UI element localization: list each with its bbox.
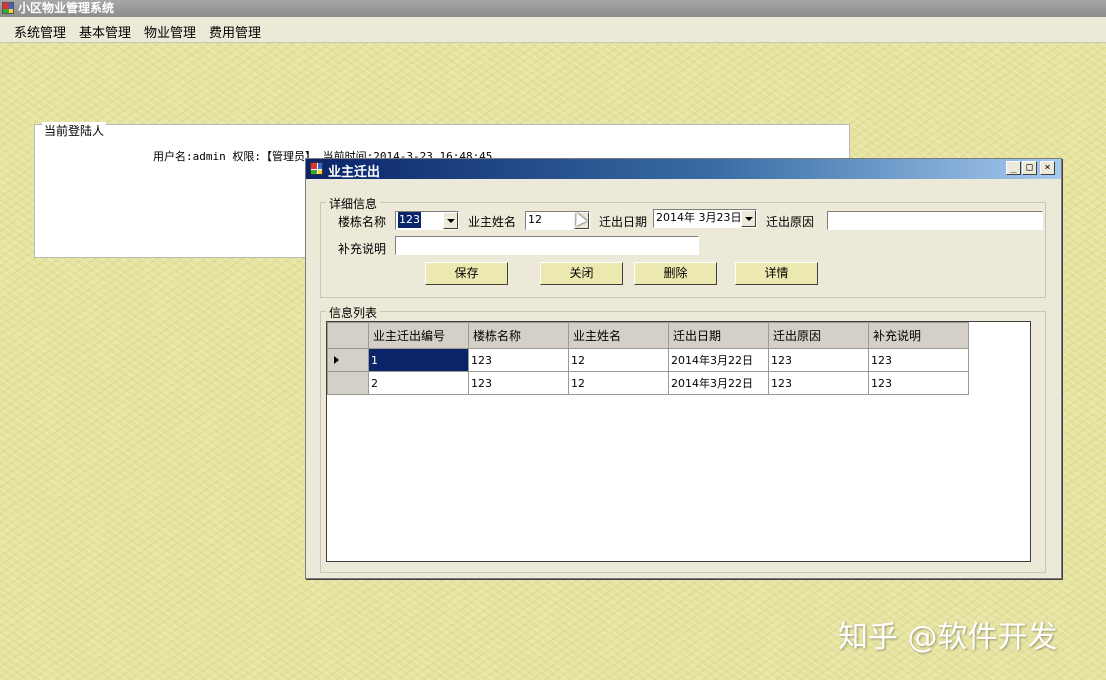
moveout-date-label: 迁出日期 [599,215,648,229]
app-titlebar: 小区物业管理系统 [0,0,1106,17]
delete-button[interactable]: 删除 [634,262,717,285]
chevron-down-icon[interactable] [741,210,756,227]
table-cell[interactable]: 2014年3月22日 [668,371,769,395]
building-label: 楼栋名称 [338,215,387,229]
table-row[interactable]: 1 123 12 2014年3月22日 123 123 [327,348,969,372]
menu-basic[interactable]: 基本管理 [79,22,131,41]
menu-property[interactable]: 物业管理 [144,22,196,41]
detail-group-legend: 详细信息 [326,195,381,212]
app-icon [2,2,14,14]
table-cell[interactable]: 12 [568,371,669,395]
dialog-app-icon [310,162,323,175]
menu-bar: 系统管理 基本管理 物业管理 费用管理 [0,17,1106,43]
building-combo[interactable]: 123 [395,211,459,230]
row-header-corner [327,322,369,349]
column-header[interactable]: 迁出日期 [668,322,769,349]
chevron-down-icon[interactable] [443,212,458,229]
watermark-text: 知乎 @软件开发 [838,620,1058,655]
table-cell[interactable]: 123 [868,371,969,395]
row-header[interactable] [327,371,369,395]
moveout-reason-label: 迁出原因 [766,215,815,229]
moveout-date-value: 2014年 3月23日 [656,211,742,224]
current-row-icon [334,356,339,364]
table-cell[interactable]: 123 [468,348,569,372]
dialog-title: 业主迁出 [328,165,381,180]
table-cell[interactable]: 1 [368,348,469,372]
table-cell[interactable]: 2014年3月22日 [668,348,769,372]
row-header[interactable] [327,348,369,372]
login-panel-legend: 当前登陆人 [42,122,107,139]
column-header[interactable]: 业主姓名 [568,322,669,349]
close-button[interactable]: 关闭 [540,262,623,285]
owner-name-combo-value: 12 [528,213,542,226]
column-header[interactable]: 补充说明 [868,322,969,349]
table-cell[interactable]: 123 [768,371,869,395]
table-header-row: 业主迁出编号 楼栋名称 业主姓名 迁出日期 迁出原因 补充说明 [327,322,969,349]
list-group-legend: 信息列表 [326,304,381,321]
note-label: 补充说明 [338,242,387,256]
details-button[interactable]: 详情 [735,262,818,285]
building-combo-value: 123 [398,212,421,228]
dialog-titlebar[interactable]: 业主迁出 _ □ × [306,159,1061,180]
maximize-icon[interactable]: □ [1022,161,1037,175]
close-icon[interactable]: × [1040,161,1055,175]
app-title: 小区物业管理系统 [18,1,115,15]
info-table: 业主迁出编号 楼栋名称 业主姓名 迁出日期 迁出原因 补充说明 1 123 12… [327,322,969,395]
moveout-date-picker[interactable]: 2014年 3月23日 [653,209,757,228]
save-button[interactable]: 保存 [425,262,508,285]
table-row[interactable]: 2 123 12 2014年3月22日 123 123 [327,371,969,395]
table-cell[interactable]: 123 [768,348,869,372]
owner-moveout-dialog: 业主迁出 _ □ × 详细信息 楼栋名称 123 业主姓名 12 迁出日期 20… [305,158,1062,579]
table-cell[interactable]: 123 [468,371,569,395]
table-cell[interactable]: 123 [868,348,969,372]
column-header[interactable]: 迁出原因 [768,322,869,349]
minimize-icon[interactable]: _ [1006,161,1021,175]
menu-fees[interactable]: 费用管理 [209,22,261,41]
menu-system[interactable]: 系统管理 [14,22,66,41]
table-cell[interactable]: 12 [568,348,669,372]
column-header[interactable]: 楼栋名称 [468,322,569,349]
moveout-reason-input[interactable] [827,211,1043,230]
owner-name-label: 业主姓名 [468,215,517,229]
note-input[interactable] [395,236,699,255]
column-header[interactable]: 业主迁出编号 [368,322,469,349]
table-cell[interactable]: 2 [368,371,469,395]
info-data-grid[interactable]: 业主迁出编号 楼栋名称 业主姓名 迁出日期 迁出原因 补充说明 1 123 12… [326,321,1031,562]
